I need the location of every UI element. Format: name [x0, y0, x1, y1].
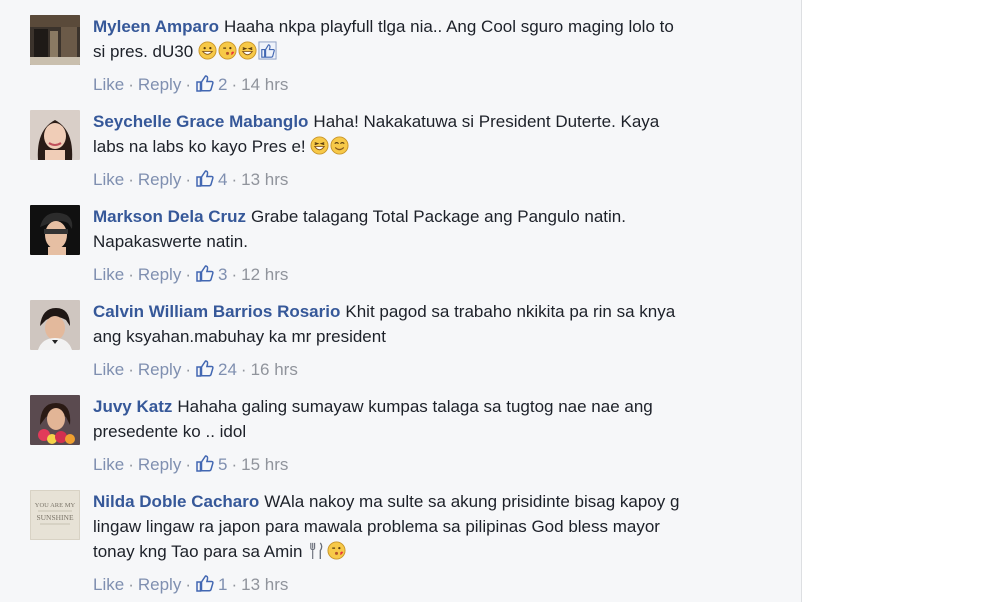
separator: ·: [128, 265, 134, 284]
separator: ·: [185, 575, 191, 594]
like-count[interactable]: 5: [218, 455, 227, 474]
comment-text-line: Haha! Nakakatuwa si President Duterte. K…: [313, 112, 660, 131]
comment-text-line: Grabe talagang Total Package ang Pangulo…: [251, 207, 626, 226]
avatar[interactable]: [30, 395, 80, 445]
comment-author[interactable]: Myleen Amparo: [93, 17, 219, 36]
comment-text-line: labs na labs ko kayo Pres e!: [93, 137, 306, 156]
separator: ·: [231, 455, 238, 474]
thumbs-up-icon[interactable]: [195, 263, 215, 283]
timestamp[interactable]: 13 hrs: [241, 170, 288, 189]
timestamp[interactable]: 12 hrs: [241, 265, 288, 284]
timestamp[interactable]: 16 hrs: [251, 360, 298, 379]
screen: Myleen Amparo Haaha nkpa playfull tlga ni…: [0, 0, 1001, 602]
separator: ·: [185, 265, 191, 284]
reply-link[interactable]: Reply: [138, 455, 181, 474]
separator: ·: [128, 360, 134, 379]
comment-text-line: Khit pagod sa trabaho nkikita pa rin sa …: [345, 302, 676, 321]
comment-text-line: lingaw lingaw ra japon para mawala probl…: [93, 517, 660, 536]
comment-text-line: presedente ko .. idol: [93, 422, 247, 441]
like-count[interactable]: 4: [218, 170, 227, 189]
thumbs-up-icon[interactable]: [195, 73, 215, 93]
comment-author[interactable]: Calvin William Barrios Rosario: [93, 302, 340, 321]
separator: ·: [128, 170, 134, 189]
timestamp[interactable]: 13 hrs: [241, 575, 288, 594]
avatar[interactable]: [30, 205, 80, 255]
like-count[interactable]: 2: [218, 75, 227, 94]
separator: ·: [231, 170, 238, 189]
separator: ·: [231, 75, 238, 94]
like-link[interactable]: Like: [93, 170, 124, 189]
separator: ·: [185, 360, 191, 379]
grin-emoji-icon: [198, 41, 217, 60]
comment-actions: Like · Reply · 4 · 13 hrs: [93, 168, 288, 190]
comment-actions: Like · Reply · 3 · 12 hrs: [93, 263, 288, 285]
comment-body: Juvy Katz Hahaha galing sumayaw kumpas ta…: [93, 394, 783, 444]
kiss-wink-emoji-icon: [327, 541, 346, 560]
comment-actions: Like · Reply · 5 · 15 hrs: [93, 453, 288, 475]
like-link[interactable]: Like: [93, 75, 124, 94]
like-count[interactable]: 1: [218, 575, 227, 594]
like-link[interactable]: Like: [93, 265, 124, 284]
like-count[interactable]: 3: [218, 265, 227, 284]
separator: ·: [128, 455, 134, 474]
smile-emoji-icon: [330, 136, 349, 155]
thumbs-up-icon[interactable]: [195, 358, 215, 378]
comment-text-line: Hahaha galing sumayaw kumpas talaga sa t…: [177, 397, 653, 416]
comment-body: Markson Dela Cruz Grabe talagang Total Pa…: [93, 204, 783, 254]
separator: ·: [240, 360, 247, 379]
separator: ·: [128, 75, 134, 94]
comments-panel: Myleen Amparo Haaha nkpa playfull tlga ni…: [0, 0, 802, 602]
comment-actions: Like · Reply · 2 · 14 hrs: [93, 73, 288, 95]
avatar[interactable]: [30, 110, 80, 160]
comment-text-line: tonay kng Tao para sa Amin: [93, 542, 303, 561]
comment-text-line: Napakaswerte natin.: [93, 232, 248, 251]
avatar-caption: YOU ARE MY: [35, 502, 76, 509]
comment-author[interactable]: Nilda Doble Cacharo: [93, 492, 259, 511]
thumbs-up-icon[interactable]: [195, 573, 215, 593]
kiss-wink-emoji-icon: [218, 41, 237, 60]
like-count[interactable]: 24: [218, 360, 237, 379]
comment-text-line: si pres. dU30: [93, 42, 194, 61]
avatar[interactable]: [30, 15, 80, 65]
laugh-emoji-icon: [310, 136, 329, 155]
comment-text-line: WAla nakoy ma sulte sa akung prisidinte …: [264, 492, 680, 511]
separator: ·: [185, 75, 191, 94]
timestamp[interactable]: 15 hrs: [241, 455, 288, 474]
comment-author[interactable]: Markson Dela Cruz: [93, 207, 246, 226]
reply-link[interactable]: Reply: [138, 265, 181, 284]
comment-text-line: Haaha nkpa playfull tlga nia.. Ang Cool …: [223, 17, 674, 36]
fork-knife-emoji-icon: [307, 541, 326, 560]
separator: ·: [231, 265, 238, 284]
separator: ·: [231, 575, 238, 594]
comment-body: Myleen Amparo Haaha nkpa playfull tlga ni…: [93, 14, 783, 64]
thumbs-up-icon[interactable]: [195, 453, 215, 473]
reply-link[interactable]: Reply: [138, 575, 181, 594]
comment-actions: Like · Reply · 24 · 16 hrs: [93, 358, 298, 380]
comment-text-line: ang ksyahan.mabuhay ka mr president: [93, 327, 386, 346]
comment-author[interactable]: Juvy Katz: [93, 397, 172, 416]
comment-actions: Like · Reply · 1 · 13 hrs: [93, 573, 288, 595]
comment-body: Seychelle Grace Mabanglo Haha! Nakakatuwa…: [93, 109, 783, 159]
reply-link[interactable]: Reply: [138, 360, 181, 379]
like-link[interactable]: Like: [93, 575, 124, 594]
laugh-emoji-icon: [238, 41, 257, 60]
avatar-caption: SUNSHINE: [36, 513, 74, 522]
separator: ·: [185, 455, 191, 474]
thumbs-up-icon[interactable]: [195, 168, 215, 188]
avatar[interactable]: YOU ARE MY SUNSHINE: [30, 490, 80, 540]
reply-link[interactable]: Reply: [138, 75, 181, 94]
comment-author[interactable]: Seychelle Grace Mabanglo: [93, 112, 308, 131]
reply-link[interactable]: Reply: [138, 170, 181, 189]
like-link[interactable]: Like: [93, 360, 124, 379]
like-emoji-icon: [258, 41, 277, 60]
separator: ·: [185, 170, 191, 189]
separator: ·: [128, 575, 134, 594]
comment-body: Calvin William Barrios Rosario Khit pagod…: [93, 299, 783, 349]
avatar[interactable]: [30, 300, 80, 350]
like-link[interactable]: Like: [93, 455, 124, 474]
timestamp[interactable]: 14 hrs: [241, 75, 288, 94]
comment-body: Nilda Doble Cacharo WAla nakoy ma sulte s…: [93, 489, 783, 564]
